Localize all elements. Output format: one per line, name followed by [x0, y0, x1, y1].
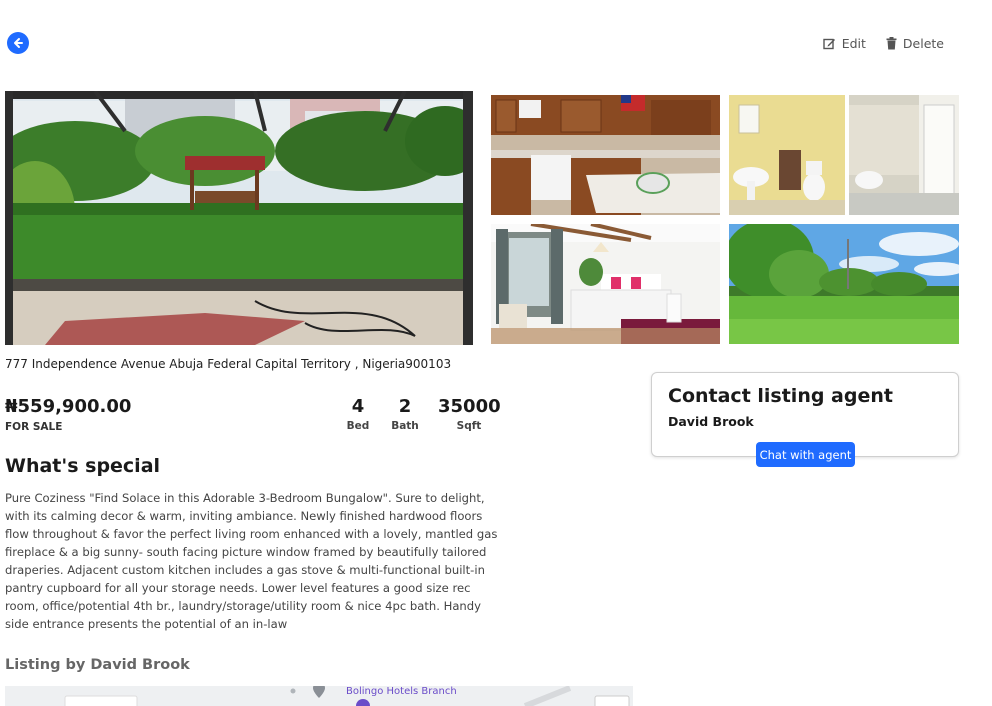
sqft-label: Sqft: [456, 420, 482, 432]
contact-agent-title: Contact listing agent: [668, 385, 893, 407]
trash-icon: [886, 37, 897, 50]
photo-gallery: [5, 91, 959, 345]
whats-special-heading: What's special: [5, 455, 161, 477]
edit-label: Edit: [841, 36, 866, 51]
lawn-photo[interactable]: [729, 224, 959, 344]
edit-button[interactable]: Edit: [823, 36, 866, 51]
beds-value: 4: [351, 396, 365, 417]
listing-actions: Edit Delete: [823, 36, 944, 51]
baths-label: Bath: [391, 420, 419, 432]
sqft-value: 35000: [438, 396, 501, 417]
listing-description: Pure Coziness "Find Solace in this Adora…: [5, 491, 498, 631]
listing-address: 777 Independence Avenue Abuja Federal Ca…: [5, 357, 452, 371]
bedroom-photo[interactable]: [491, 224, 720, 344]
baths-stat: 2 Bath: [390, 396, 420, 432]
listing-price: ₦559,900.00: [5, 396, 132, 417]
listing-by-heading: Listing by David Brook: [5, 657, 190, 673]
agent-name: David Brook: [668, 414, 754, 429]
main-photo[interactable]: [5, 91, 473, 345]
sqft-stat: 35000 Sqft: [438, 396, 501, 432]
edit-icon: [823, 38, 835, 50]
baths-value: 2: [398, 396, 412, 417]
back-button[interactable]: [7, 32, 29, 54]
map-place-label: Bolingo Hotels Branch: [346, 686, 457, 697]
beds-stat: 4 Bed: [345, 396, 371, 432]
kitchen-photo[interactable]: [491, 95, 720, 215]
bathroom-photo[interactable]: [729, 95, 959, 215]
chat-with-agent-button[interactable]: Chat with agent: [756, 442, 855, 467]
map-view[interactable]: Bolingo Hotels Branch: [5, 686, 633, 706]
delete-button[interactable]: Delete: [886, 36, 944, 51]
arrow-left-circle-icon: [14, 38, 23, 48]
listing-status: FOR SALE: [5, 421, 63, 433]
delete-label: Delete: [902, 36, 944, 51]
beds-label: Bed: [346, 420, 370, 432]
